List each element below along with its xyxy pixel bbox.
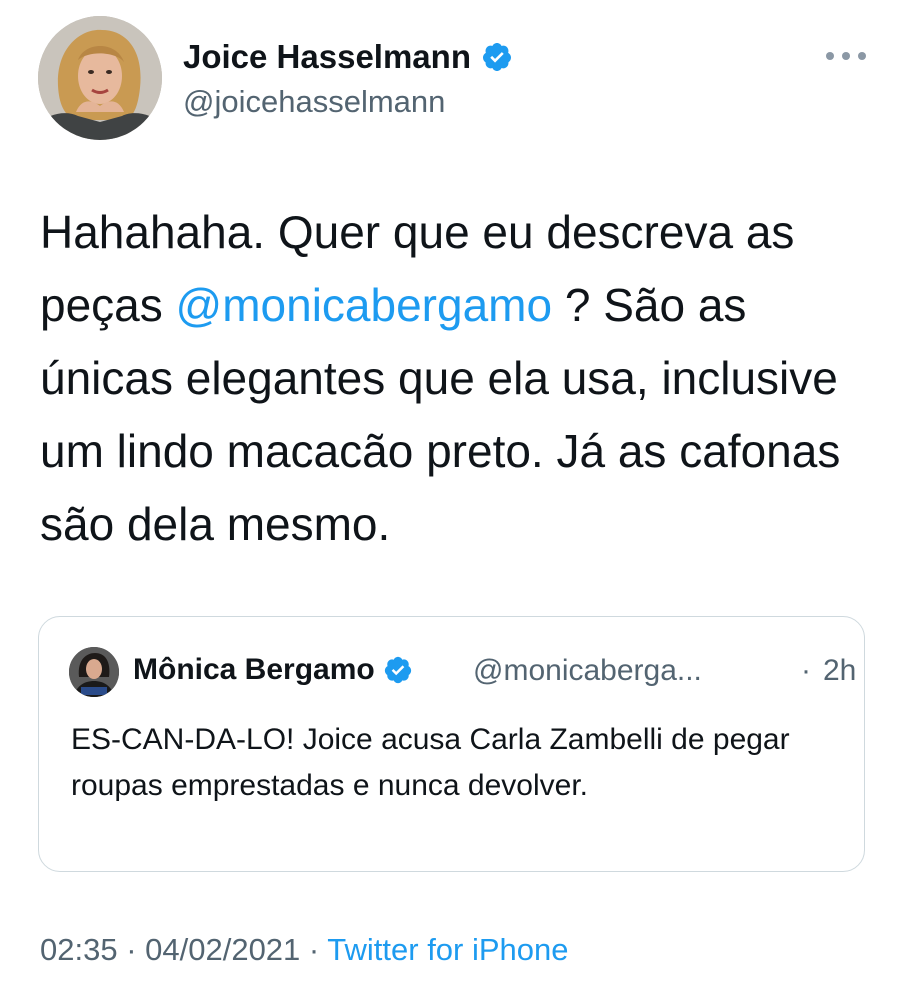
author-name-text: Joice Hasselmann — [183, 38, 471, 75]
mention-link[interactable]: @monicabergamo — [176, 279, 553, 331]
quoted-avatar-photo — [69, 647, 119, 697]
tweet-time[interactable]: 02:35 — [40, 932, 118, 967]
more-dot — [858, 52, 866, 60]
more-horizontal-icon[interactable] — [826, 46, 866, 66]
tweet-source-link[interactable]: Twitter for iPhone — [327, 932, 568, 967]
footer-separator: · — [300, 932, 328, 967]
author-photo — [38, 16, 162, 140]
verified-badge-icon — [482, 43, 511, 71]
verified-badge-icon — [384, 656, 411, 684]
quoted-separator: · — [801, 654, 811, 687]
quoted-timestamp[interactable]: 2h — [823, 654, 856, 688]
more-dot — [826, 52, 834, 60]
quoted-text: ES-CAN-DA-LO! Joice acusa Carla Zambelli… — [71, 723, 790, 802]
author-avatar[interactable] — [38, 16, 162, 140]
quoted-avatar[interactable] — [69, 647, 119, 697]
tweet-footer: 02:35 · 04/02/2021 · Twitter for iPhone — [40, 932, 569, 968]
author-handle[interactable]: @joicehasselmann — [183, 84, 445, 120]
tweet-date[interactable]: 04/02/2021 — [145, 932, 300, 967]
quoted-author-name-text: Mônica Bergamo — [133, 653, 375, 686]
footer-separator: · — [117, 932, 146, 967]
author-name[interactable]: Joice Hasselmann — [183, 38, 513, 76]
tweet-text: Hahahaha. Quer que eu descreva as peças … — [40, 196, 890, 561]
quoted-author-name[interactable]: Mônica Bergamo — [133, 653, 413, 687]
tweet: Joice Hasselmann @joicehasselmann Hahaha… — [0, 0, 905, 1000]
quoted-author-handle[interactable]: @monicaberga... — [473, 654, 702, 688]
quoted-tweet[interactable]: Mônica Bergamo @monicaberga... · 2h ES-C… — [38, 616, 865, 872]
more-dot — [842, 52, 850, 60]
